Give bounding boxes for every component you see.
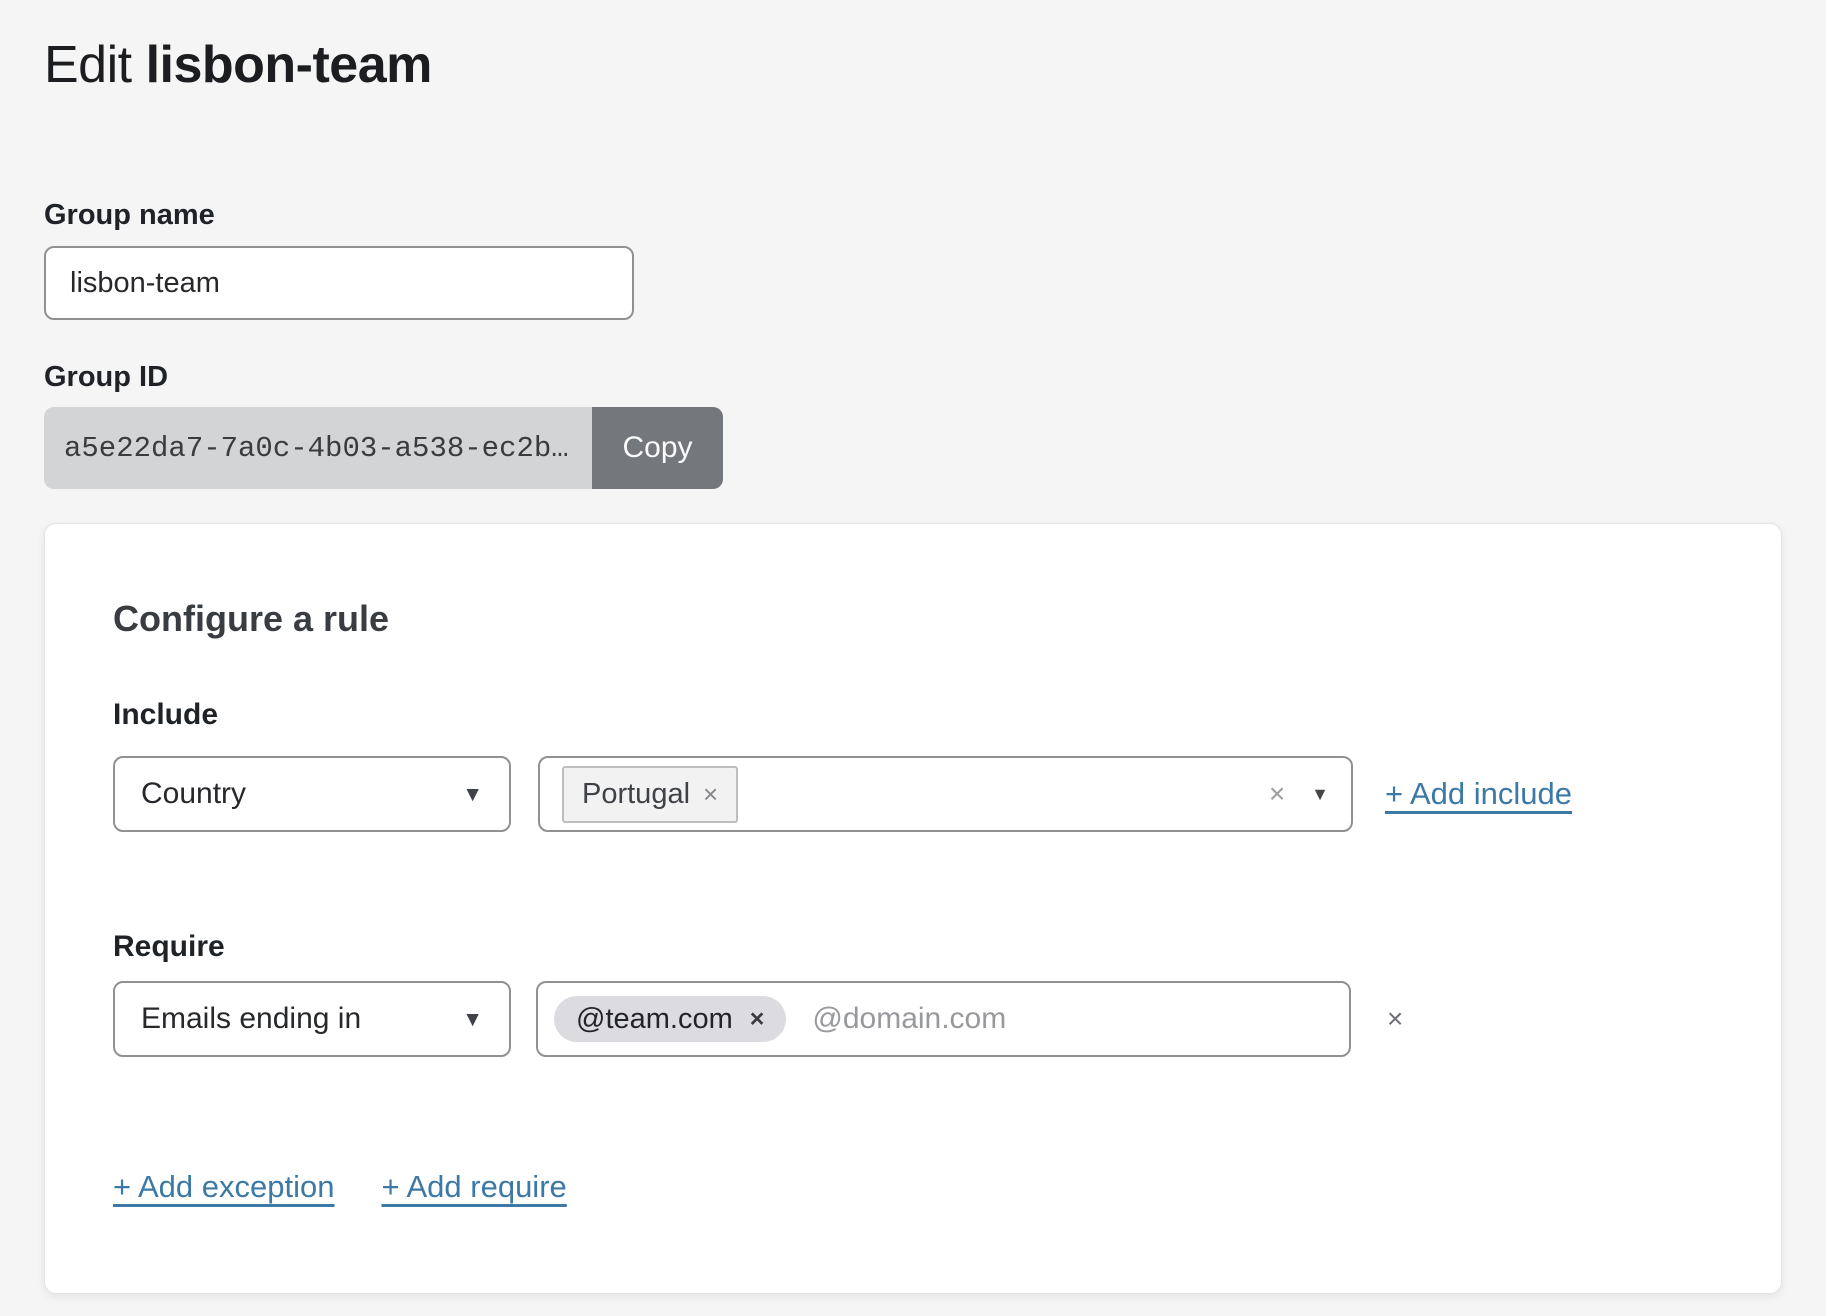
require-selector-value: Emails ending in (141, 1002, 361, 1036)
include-label: Include (113, 697, 1713, 733)
require-values-input[interactable]: @team.com × @domain.com (536, 981, 1351, 1057)
add-exception-link[interactable]: + Add exception (113, 1169, 334, 1205)
page-title-group-name: lisbon-team (146, 36, 432, 94)
chevron-down-icon: ▼ (462, 1009, 483, 1030)
page-title-prefix: Edit (44, 36, 146, 94)
add-require-link[interactable]: + Add require (381, 1169, 566, 1205)
require-label: Require (113, 929, 1713, 965)
rule-card: Configure a rule Include Country ▼ Portu… (44, 523, 1782, 1294)
include-values-input[interactable]: Portugal × × ▼ (538, 756, 1353, 832)
chevron-down-icon: ▼ (462, 784, 483, 805)
group-name-input[interactable]: lisbon-team (44, 246, 634, 320)
include-selector-dropdown[interactable]: Country ▼ (113, 756, 511, 832)
group-id-label: Group ID (44, 360, 1782, 394)
require-rule-row: Emails ending in ▼ @team.com × @domain.c… (113, 981, 1713, 1057)
add-include-link[interactable]: + Add include (1385, 776, 1572, 812)
multiselect-controls: × ▼ (1269, 780, 1329, 808)
require-value-pill: @team.com × (554, 996, 786, 1042)
remove-tag-icon[interactable]: × (703, 781, 718, 807)
page-container: Edit lisbon-team Group name lisbon-team … (0, 0, 1826, 1294)
rule-card-heading: Configure a rule (113, 597, 1713, 641)
group-id-row: a5e22da7-7a0c-4b03-a538-ec2b… Copy (44, 407, 723, 489)
include-tag-label: Portugal (582, 778, 690, 811)
include-rule-row: Country ▼ Portugal × × ▼ + Add include (113, 756, 1713, 832)
require-input-placeholder: @domain.com (812, 1002, 1006, 1036)
rule-footer-links: + Add exception + Add require (113, 1169, 1713, 1205)
copy-button[interactable]: Copy (592, 407, 723, 489)
remove-rule-icon[interactable]: × (1387, 1005, 1403, 1033)
group-name-value: lisbon-team (70, 267, 220, 300)
chevron-down-icon[interactable]: ▼ (1311, 785, 1329, 803)
clear-selection-icon[interactable]: × (1269, 780, 1285, 808)
include-value-tag: Portugal × (562, 766, 738, 823)
include-selector-value: Country (141, 777, 246, 811)
remove-tag-icon[interactable]: × (750, 1007, 765, 1032)
require-pill-label: @team.com (576, 1003, 733, 1036)
page-title: Edit lisbon-team (44, 34, 1782, 96)
require-selector-dropdown[interactable]: Emails ending in ▼ (113, 981, 511, 1057)
group-id-value: a5e22da7-7a0c-4b03-a538-ec2b… (44, 407, 592, 489)
group-name-label: Group name (44, 198, 1782, 232)
